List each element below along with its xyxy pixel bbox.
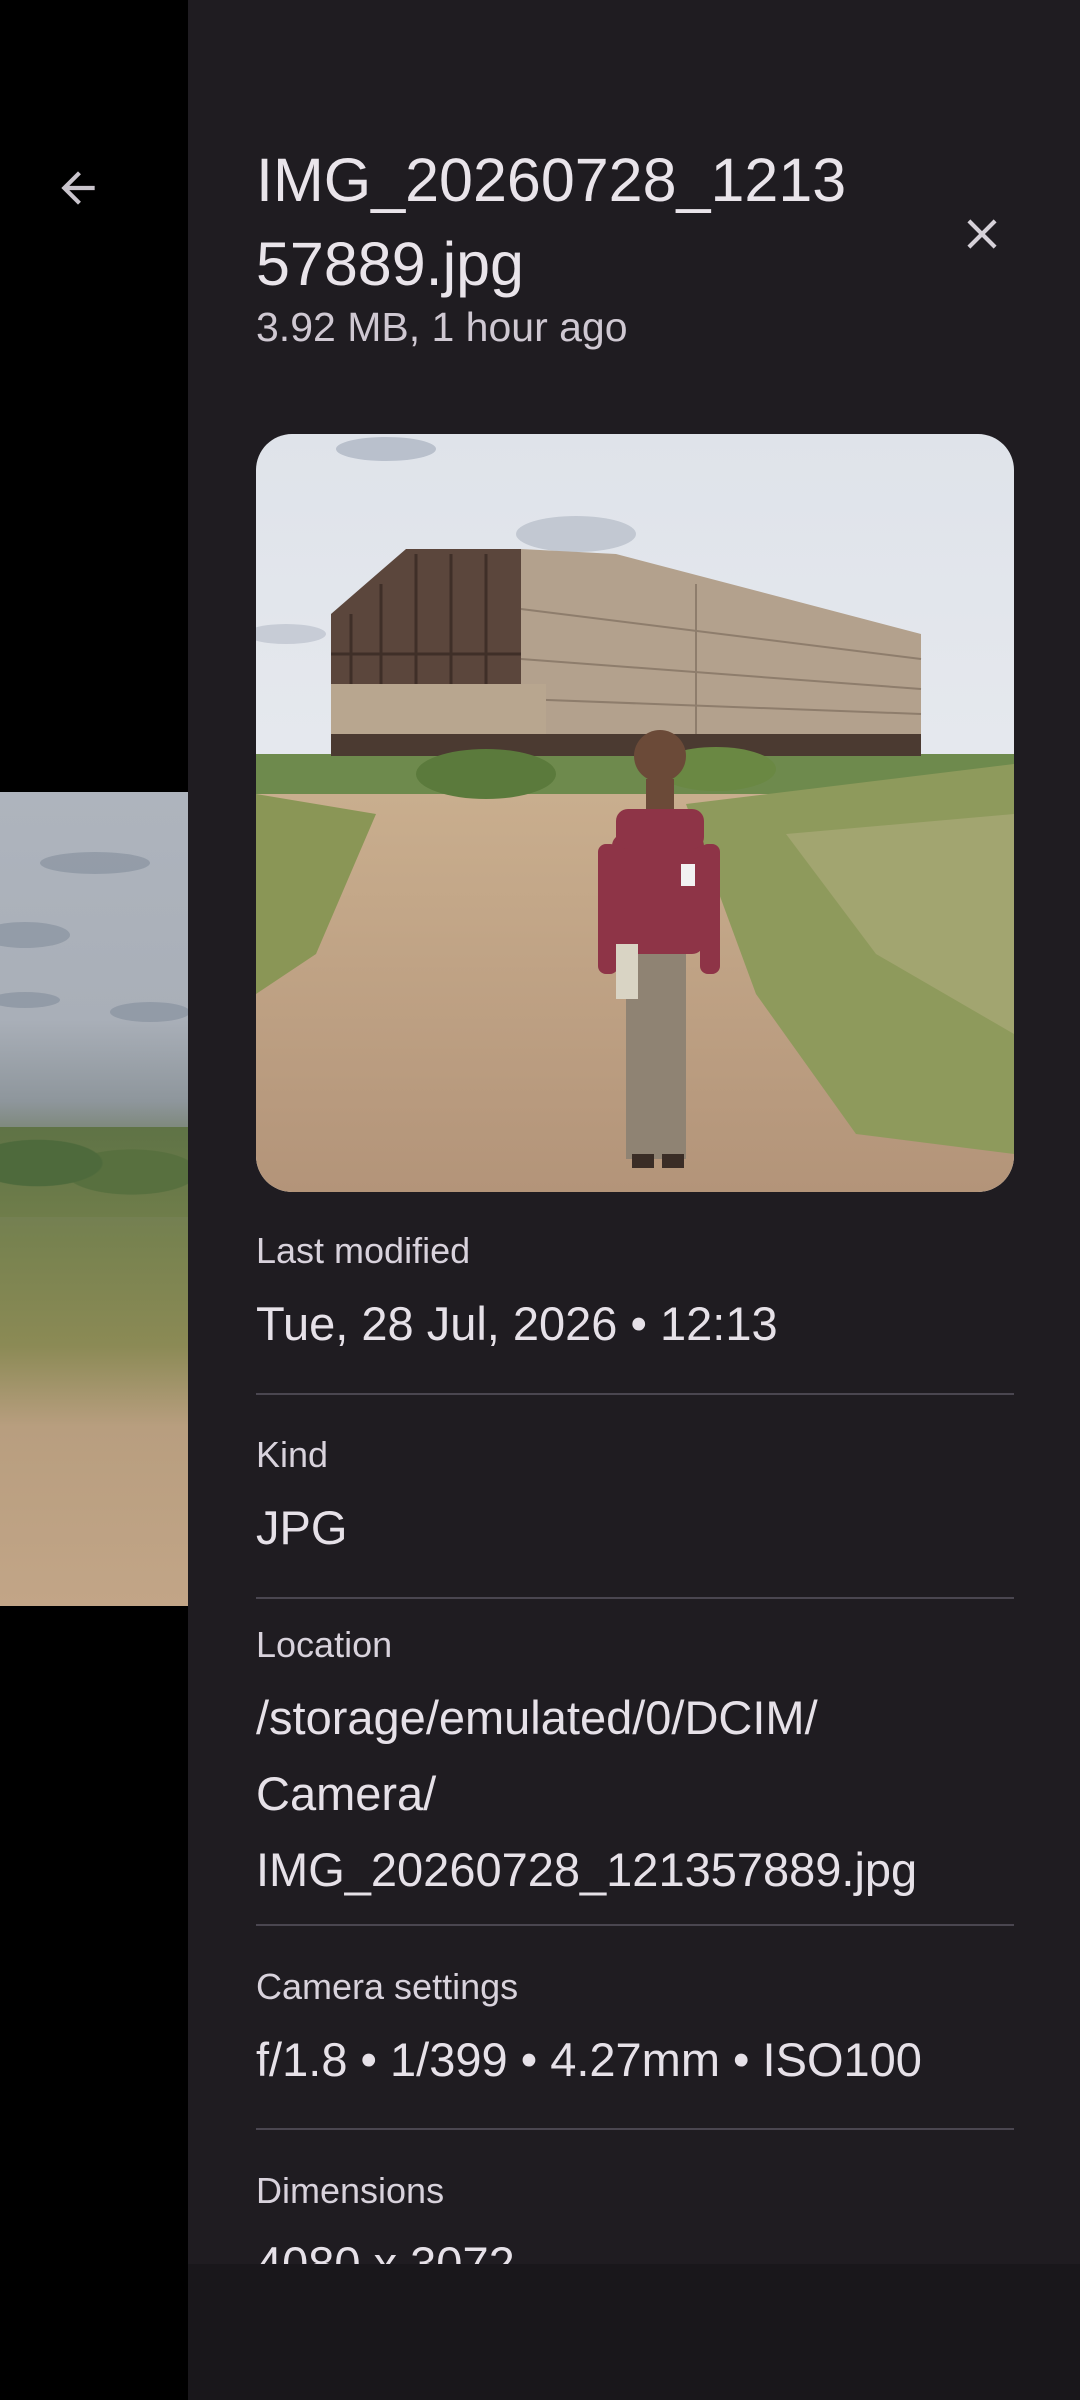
divider — [256, 2128, 1014, 2130]
divider — [256, 1924, 1014, 1926]
photo-preview-image — [256, 434, 1014, 1192]
file-title: IMG_20260728_121357889.jpg — [256, 146, 847, 298]
location-label: Location — [256, 1624, 393, 1665]
location-value[interactable]: /storage/emulated/0/DCIM/ Camera/ IMG_20… — [256, 1680, 956, 1908]
camera-settings-value: f/1.8 • 1/399 • 4.27mm • ISO100 — [256, 2033, 922, 2086]
background-photo — [0, 792, 188, 1606]
last-modified-section: Last modified Tue, 28 Jul, 2026 • 12:13 — [256, 1230, 1014, 1362]
file-details-panel: IMG_20260728_121357889.jpg 3.92 MB, 1 ho… — [188, 0, 1080, 2400]
camera-settings-label: Camera settings — [256, 1966, 519, 2007]
photo-thumbnail[interactable] — [256, 434, 1014, 1192]
close-button[interactable] — [944, 196, 1020, 272]
divider — [256, 1597, 1014, 1599]
kind-label: Kind — [256, 1434, 329, 1475]
close-icon — [967, 219, 997, 249]
last-modified-value: Tue, 28 Jul, 2026 • 12:13 — [256, 1297, 778, 1350]
panel-footer — [188, 2264, 1080, 2400]
back-button[interactable] — [40, 150, 116, 226]
camera-settings-section: Camera settings f/1.8 • 1/399 • 4.27mm •… — [256, 1966, 1014, 2098]
file-size-and-time: 3.92 MB, 1 hour ago — [256, 304, 628, 350]
arrow-back-icon — [61, 171, 95, 205]
kind-section: Kind JPG — [256, 1434, 1014, 1566]
location-section: Location /storage/emulated/0/DCIM/ Camer… — [256, 1624, 1014, 1908]
kind-value: JPG — [256, 1501, 348, 1554]
dimensions-label: Dimensions — [256, 2170, 445, 2211]
last-modified-label: Last modified — [256, 1230, 471, 1271]
divider — [256, 1393, 1014, 1395]
